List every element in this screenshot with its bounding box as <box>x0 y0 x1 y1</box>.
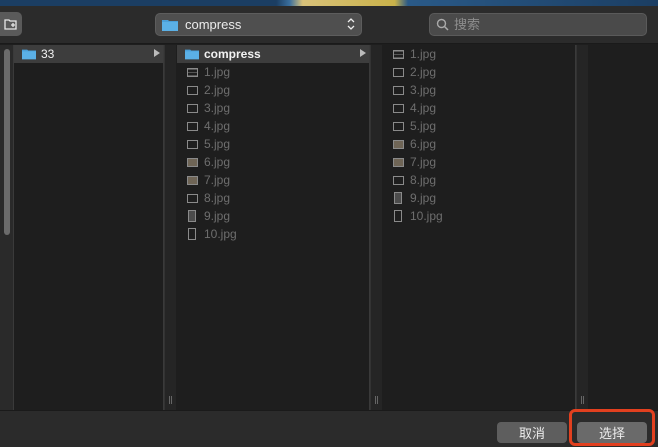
row-label: 7.jpg <box>204 173 231 187</box>
toolbar: compress <box>0 6 658 44</box>
file-chooser-dialog: compress 33 compress 1.jpg 2.jpg 3.jpg 4.jpg… <box>0 0 658 447</box>
column-1-resize-handle[interactable] <box>164 45 176 410</box>
choose-button-highlight <box>569 409 655 446</box>
column-3: 1.jpg 2.jpg 3.jpg 4.jpg 5.jpg 6.jpg 7.jpg 8.jpg… <box>383 45 576 410</box>
file-row[interactable]: 3.jpg <box>383 81 575 99</box>
image-file-icon <box>391 102 405 114</box>
row-label: 5.jpg <box>204 137 231 151</box>
disclosure-arrow-icon <box>360 49 366 57</box>
file-row[interactable]: 5.jpg <box>177 135 369 153</box>
image-file-icon <box>391 138 405 150</box>
file-row[interactable]: 10.jpg <box>177 225 369 243</box>
path-popup-label: compress <box>185 17 242 32</box>
row-label: 9.jpg <box>204 209 231 223</box>
row-label: 7.jpg <box>410 155 437 169</box>
search-icon <box>436 18 449 31</box>
row-label: 10.jpg <box>410 209 443 223</box>
row-label: 5.jpg <box>410 119 437 133</box>
file-row[interactable]: 8.jpg <box>177 189 369 207</box>
image-file-icon <box>185 66 199 78</box>
image-file-icon <box>391 84 405 96</box>
column-browser: 33 compress 1.jpg 2.jpg 3.jpg 4.jpg 5.jpg 6.jp… <box>0 45 658 410</box>
new-folder-icon <box>4 19 17 30</box>
row-label: 6.jpg <box>204 155 231 169</box>
file-row[interactable]: 9.jpg <box>383 189 575 207</box>
image-file-icon <box>185 174 199 186</box>
row-label: 3.jpg <box>204 101 231 115</box>
file-row[interactable]: 8.jpg <box>383 171 575 189</box>
file-row[interactable]: 9.jpg <box>177 207 369 225</box>
file-row[interactable]: 3.jpg <box>177 99 369 117</box>
file-row[interactable]: 10.jpg <box>383 207 575 225</box>
file-row[interactable]: 5.jpg <box>383 117 575 135</box>
row-label: 1.jpg <box>410 47 437 61</box>
image-file-icon <box>391 174 405 186</box>
file-row[interactable]: 7.jpg <box>383 153 575 171</box>
disclosure-arrow-icon <box>154 49 160 57</box>
row-label: 8.jpg <box>204 191 231 205</box>
row-label: 4.jpg <box>410 101 437 115</box>
row-label: 2.jpg <box>204 83 231 97</box>
image-file-icon <box>391 66 405 78</box>
file-row[interactable]: 6.jpg <box>383 135 575 153</box>
file-row[interactable]: 2.jpg <box>177 81 369 99</box>
column-1: 33 <box>14 45 164 410</box>
cancel-button[interactable]: 取消 <box>497 422 567 443</box>
file-row[interactable]: 4.jpg <box>177 117 369 135</box>
row-label: 33 <box>41 47 55 61</box>
row-label: 3.jpg <box>410 83 437 97</box>
image-file-icon <box>185 192 199 204</box>
folder-icon <box>22 48 36 60</box>
file-row[interactable]: 1.jpg <box>177 63 369 81</box>
image-file-icon <box>185 210 199 222</box>
image-file-icon <box>391 156 405 168</box>
scrollbar-thumb[interactable] <box>4 49 10 235</box>
bottom-bar: 取消 选择 <box>0 410 658 447</box>
image-file-icon <box>185 120 199 132</box>
image-file-icon <box>185 84 199 96</box>
image-file-icon <box>185 138 199 150</box>
image-file-icon <box>391 48 405 60</box>
path-popup-button[interactable]: compress <box>155 13 362 36</box>
image-file-icon <box>185 156 199 168</box>
search-input[interactable] <box>454 17 634 32</box>
file-row[interactable]: 1.jpg <box>383 45 575 63</box>
file-row[interactable]: 6.jpg <box>177 153 369 171</box>
new-folder-button[interactable] <box>0 12 22 36</box>
file-row[interactable]: 4.jpg <box>383 99 575 117</box>
file-row[interactable]: 7.jpg <box>177 171 369 189</box>
row-label: 6.jpg <box>410 137 437 151</box>
folder-row[interactable]: compress <box>177 45 369 63</box>
column-3-resize-handle[interactable] <box>576 45 588 410</box>
column-2: compress 1.jpg 2.jpg 3.jpg 4.jpg 5.jpg 6.jpg 7.… <box>177 45 370 410</box>
column-4-empty <box>589 45 658 410</box>
row-label: 4.jpg <box>204 119 231 133</box>
row-label: 8.jpg <box>410 173 437 187</box>
chevron-updown-icon <box>347 18 355 30</box>
search-field[interactable] <box>429 13 647 36</box>
row-label: compress <box>204 47 261 61</box>
image-file-icon <box>391 210 405 222</box>
file-row[interactable]: 2.jpg <box>383 63 575 81</box>
row-label: 9.jpg <box>410 191 437 205</box>
sidebar-scrollbar[interactable] <box>0 45 14 410</box>
folder-icon <box>162 19 178 31</box>
image-file-icon <box>185 228 199 240</box>
row-label: 10.jpg <box>204 227 237 241</box>
folder-icon <box>185 48 199 60</box>
folder-row[interactable]: 33 <box>14 45 163 63</box>
row-label: 1.jpg <box>204 65 231 79</box>
image-file-icon <box>391 120 405 132</box>
row-label: 2.jpg <box>410 65 437 79</box>
image-file-icon <box>185 102 199 114</box>
image-file-icon <box>391 192 405 204</box>
column-2-resize-handle[interactable] <box>370 45 382 410</box>
